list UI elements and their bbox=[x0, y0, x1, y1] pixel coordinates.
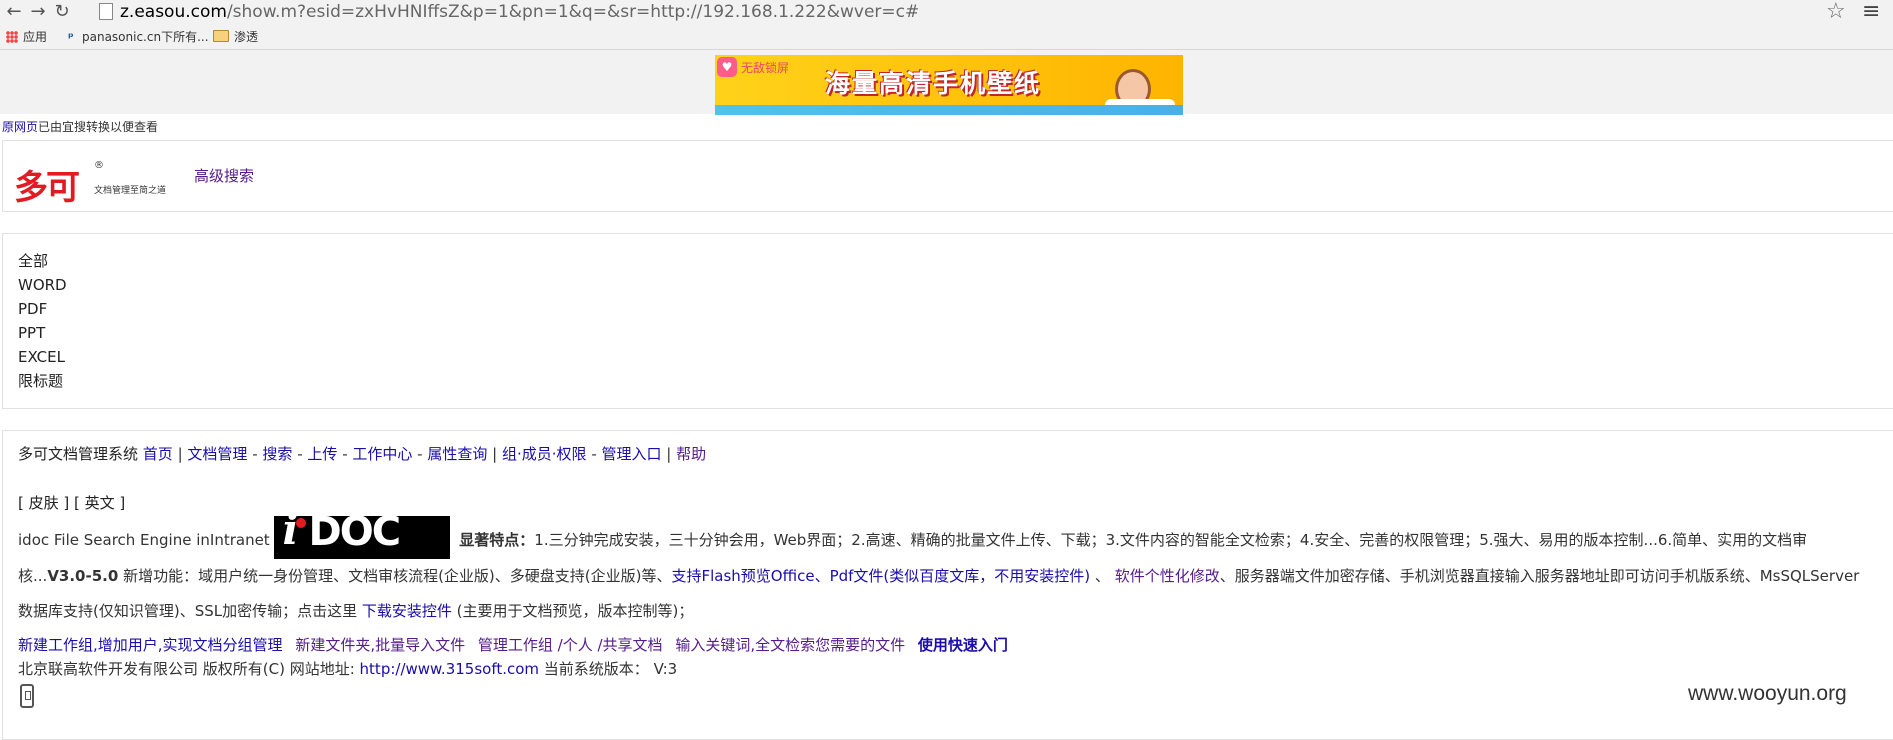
nav-upload[interactable]: 上传 bbox=[307, 445, 337, 463]
browser-toolbar: ← → ↻ z.easou.com/show.m?esid=zxHvHNIffs… bbox=[0, 0, 1893, 24]
ad-banner[interactable]: ♥ 无敌锁屏 海量高清手机壁纸 bbox=[715, 55, 1183, 115]
company-text: 北京联高软件开发有限公司 版权所有(C) 网站地址: bbox=[18, 660, 360, 678]
filter-all[interactable]: 全部 bbox=[18, 249, 67, 273]
bookmark-panasonic[interactable]: ᵖ panasonic.cn下所有... bbox=[68, 29, 209, 45]
nav-search[interactable]: 搜索 bbox=[262, 445, 292, 463]
nav-admin[interactable]: 管理入口 bbox=[602, 445, 662, 463]
skin-language-switch[interactable]: [ 皮肤 ] [ 英文 ] bbox=[18, 492, 125, 513]
idoc-logo: i DOC bbox=[274, 509, 451, 559]
custom-mod-link[interactable]: 软件个性化修改 bbox=[1115, 567, 1220, 585]
banner-wave bbox=[715, 105, 1183, 115]
quick-link-new-group[interactable]: 新建工作组,增加用户,实现文档分组管理 bbox=[18, 636, 283, 654]
system-nav: 多可文档管理系统 首页 | 文档管理 - 搜索 - 上传 - 工作中心 - 属性… bbox=[18, 445, 707, 463]
duoke-logo: 多可 ® 文档管理至简之道 bbox=[14, 160, 174, 208]
banner-title: 海量高清手机壁纸 bbox=[825, 69, 1042, 98]
site-link[interactable]: http://www.315soft.com bbox=[360, 660, 539, 678]
transcode-notice: 原网页已由宜搜转换以便查看 bbox=[2, 118, 158, 135]
nav-attr-query[interactable]: 属性查询 bbox=[427, 445, 487, 463]
bookmark-folder-pentest[interactable]: 渗透 bbox=[213, 29, 258, 45]
copyright: 北京联高软件开发有限公司 版权所有(C) 网站地址: http://www.31… bbox=[18, 658, 677, 679]
nav-work-center[interactable]: 工作中心 bbox=[352, 445, 412, 463]
address-bar[interactable]: z.easou.com/show.m?esid=zxHvHNIffsZ&p=1&… bbox=[120, 1, 919, 23]
new-features-text: 新增功能：域用户统一身份管理、文档审核流程(企业版)、多硬盘支持(企业版)等、 bbox=[118, 567, 672, 585]
download-control-link[interactable]: 下载安装控件 bbox=[362, 602, 452, 620]
url-host: z.easou.com bbox=[120, 2, 227, 22]
quick-link-quick-start[interactable]: 使用快速入门 bbox=[918, 636, 1008, 654]
filter-list: 全部 WORD PDF PPT EXCEL 限标题 bbox=[18, 249, 67, 393]
download-note: (主要用于文档预览，版本控制等)； bbox=[451, 602, 694, 620]
mobile-phone-icon[interactable] bbox=[20, 684, 34, 708]
quick-link-fulltext-search[interactable]: 输入关键词,全文检索您需要的文件 bbox=[675, 636, 905, 654]
flash-preview-link[interactable]: 支持Flash预览Office、Pdf文件(类似百度文库，不用安装控件) bbox=[671, 567, 1090, 585]
nav-group-member[interactable]: 组·成员·权限 bbox=[502, 445, 587, 463]
browser-menu-icon[interactable]: ≡ bbox=[1862, 0, 1880, 24]
logo-mark: 多可 bbox=[14, 168, 80, 208]
nav-home[interactable]: 首页 bbox=[143, 445, 173, 463]
reload-icon[interactable]: ↻ bbox=[52, 2, 72, 22]
features-label: 显著特点： bbox=[459, 531, 535, 549]
folder-icon bbox=[213, 30, 229, 42]
nav-doc-manage[interactable]: 文档管理 bbox=[187, 445, 247, 463]
bookmarks-bar: 应用 ᵖ panasonic.cn下所有... 渗透 bbox=[0, 24, 1893, 50]
page-icon bbox=[99, 3, 113, 20]
quick-link-manage-groups[interactable]: 管理工作组 /个人 /共享文档 bbox=[478, 636, 663, 654]
apps-grid-icon bbox=[6, 31, 18, 43]
version-range: V3.0-5.0 bbox=[47, 567, 119, 585]
engine-name: idoc File Search Engine inIntranet bbox=[18, 531, 270, 549]
heart-pin-icon: ♥ bbox=[717, 57, 737, 77]
filter-excel[interactable]: EXCEL bbox=[18, 345, 67, 369]
original-page-link[interactable]: 原网页 bbox=[2, 120, 38, 134]
filter-title-only[interactable]: 限标题 bbox=[18, 369, 67, 393]
filter-panel bbox=[2, 233, 1893, 409]
filter-word[interactable]: WORD bbox=[18, 273, 67, 297]
nav-help[interactable]: 帮助 bbox=[676, 445, 706, 463]
nav-prefix: 多可文档管理系统 bbox=[18, 445, 139, 463]
url-path: /show.m?esid=zxHvHNIffsZ&p=1&pn=1&q=&sr=… bbox=[226, 2, 920, 22]
panasonic-icon: ᵖ bbox=[68, 30, 74, 44]
filter-pdf[interactable]: PDF bbox=[18, 297, 67, 321]
banner-badge-text: 无敌锁屏 bbox=[741, 61, 790, 75]
notice-text: 已由宜搜转换以便查看 bbox=[38, 120, 159, 134]
bookmark-apps[interactable]: 应用 bbox=[6, 29, 47, 45]
intro-paragraph: idoc File Search Engine inIntranet i DOC … bbox=[18, 505, 1860, 621]
forward-arrow-icon[interactable]: → bbox=[28, 2, 48, 22]
back-arrow-icon[interactable]: ← bbox=[4, 2, 24, 22]
quick-links: 新建工作组,增加用户,实现文档分组管理 新建文件夹,批量导入文件 管理工作组 /… bbox=[18, 634, 1016, 655]
quick-link-new-folder[interactable]: 新建文件夹,批量导入文件 bbox=[295, 636, 465, 654]
watermark: www.wooyun.org bbox=[1688, 682, 1847, 705]
advanced-search-link[interactable]: 高级搜索 bbox=[194, 165, 254, 186]
logo-tagline: 文档管理至简之道 bbox=[94, 186, 167, 196]
system-version: 当前系统版本： V:3 bbox=[539, 660, 678, 678]
bookmark-star-icon[interactable]: ☆ bbox=[1826, 0, 1846, 24]
filter-ppt[interactable]: PPT bbox=[18, 321, 67, 345]
header-panel bbox=[2, 140, 1893, 212]
logo-registered: ® bbox=[94, 160, 104, 171]
